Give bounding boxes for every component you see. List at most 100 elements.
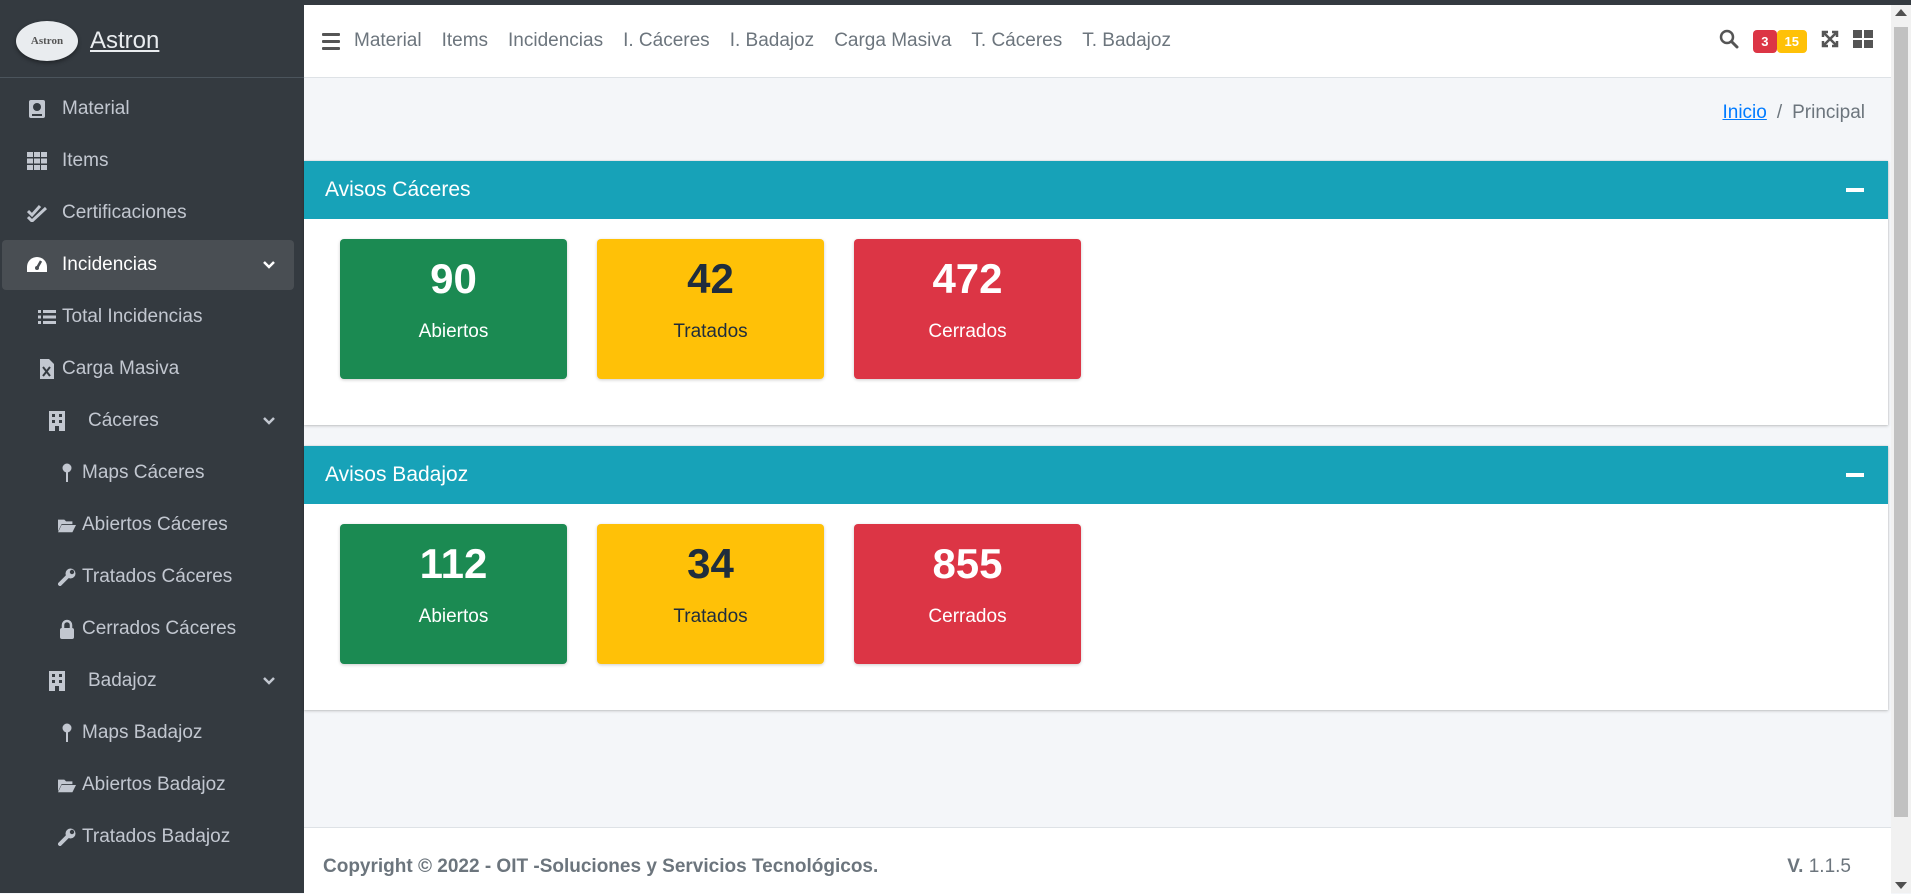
sidebar-item-label: Carga Masiva <box>62 358 180 379</box>
sidebar-item-label: Abiertos Badajoz <box>82 774 226 795</box>
building-icon <box>46 670 68 692</box>
card-header: Avisos Cáceres <box>304 161 1888 219</box>
card-title: Avisos Cáceres <box>325 178 471 201</box>
version-number: 1.1.5 <box>1808 856 1851 877</box>
top-nav-link-items[interactable]: Items <box>442 30 488 52</box>
stat-tratados[interactable]: 34 Tratados <box>597 524 824 664</box>
top-nav-right: 3 15 <box>1719 5 1873 77</box>
sidebar: Astron Astron Material Items Certificaci… <box>0 5 304 893</box>
stat-value: 112 <box>419 540 488 587</box>
sidebar-item-label: Total Incidencias <box>62 306 203 327</box>
card-body: 112 Abiertos 34 Tratados 855 Cerrados <box>304 504 1888 710</box>
top-nav-link-incidencias[interactable]: Incidencias <box>508 30 603 52</box>
top-nav-link-carga-masiva[interactable]: Carga Masiva <box>834 30 951 52</box>
collapse-minus-icon[interactable] <box>1846 188 1864 192</box>
stat-cerrados[interactable]: 472 Cerrados <box>854 239 1081 379</box>
sidebar-item-total-incidencias[interactable]: Total Incidencias <box>0 292 294 342</box>
top-nav-link-t-badajoz[interactable]: T. Badajoz <box>1082 30 1171 52</box>
gauge-icon <box>26 254 48 276</box>
search-icon[interactable] <box>1719 29 1739 54</box>
wrench-icon <box>58 566 76 588</box>
building-icon <box>46 410 68 432</box>
chevron-down-icon <box>262 254 276 276</box>
stat-label: Tratados <box>673 321 748 342</box>
card-header: Avisos Badajoz <box>304 446 1888 504</box>
badge-danger: 3 <box>1753 29 1777 53</box>
sidebar-item-certificaciones[interactable]: Certificaciones <box>0 188 294 238</box>
sidebar-item-label: Badajoz <box>88 670 157 691</box>
sidebar-item-label: Material <box>62 98 130 119</box>
sidebar-item-label: Tratados Cáceres <box>82 566 233 587</box>
card-avisos-caceres: Avisos Cáceres 90 Abiertos 42 Tratados 4… <box>304 161 1888 425</box>
sidebar-item-material[interactable]: Material <box>0 84 294 134</box>
sidebar-item-label: Cerrados Cáceres <box>82 618 237 639</box>
top-navbar: Material Items Incidencias I. Cáceres I.… <box>304 5 1891 78</box>
brand-name[interactable]: Astron <box>90 27 159 55</box>
scroll-up-arrow-icon[interactable] <box>1895 9 1907 16</box>
lock-icon <box>58 618 76 640</box>
double-check-icon <box>26 202 48 224</box>
sidebar-item-tratados-caceres[interactable]: Tratados Cáceres <box>0 552 294 602</box>
vertical-scrollbar[interactable] <box>1891 5 1911 893</box>
sidebar-item-label: Maps Cáceres <box>82 462 205 483</box>
sidebar-item-maps-badajoz[interactable]: Maps Badajoz <box>0 708 294 758</box>
sidebar-item-label: Certificaciones <box>62 202 187 223</box>
sidebar-item-abiertos-caceres[interactable]: Abiertos Cáceres <box>0 500 294 550</box>
hamburger-menu-icon[interactable] <box>322 32 340 50</box>
wrench-icon <box>58 826 76 848</box>
grid-layout-icon[interactable] <box>1853 29 1873 53</box>
stat-value: 472 <box>932 255 1003 302</box>
sidebar-item-badajoz[interactable]: Badajoz <box>0 656 294 706</box>
stat-value: 855 <box>932 540 1003 587</box>
breadcrumb-home-link[interactable]: Inicio <box>1722 102 1766 123</box>
version-prefix: V. <box>1787 856 1804 877</box>
stat-abiertos[interactable]: 112 Abiertos <box>340 524 567 664</box>
stat-label: Cerrados <box>928 321 1007 342</box>
sidebar-item-label: Cáceres <box>88 410 159 431</box>
list-icon <box>38 306 56 328</box>
folder-open-icon <box>58 514 76 536</box>
brand-link[interactable]: Astron Astron <box>0 5 304 78</box>
map-pin-icon <box>58 722 76 744</box>
top-nav-link-material[interactable]: Material <box>354 30 422 52</box>
sidebar-item-label: Items <box>62 150 109 171</box>
sidebar-item-label: Tratados Badajoz <box>82 826 231 847</box>
top-nav-link-i-caceres[interactable]: I. Cáceres <box>623 30 710 52</box>
collapse-minus-icon[interactable] <box>1846 473 1864 477</box>
sidebar-item-items[interactable]: Items <box>0 136 294 186</box>
sidebar-item-cerrados-caceres[interactable]: Cerrados Cáceres <box>0 604 294 654</box>
top-nav-link-i-badajoz[interactable]: I. Badajoz <box>730 30 815 52</box>
sidebar-item-maps-caceres[interactable]: Maps Cáceres <box>0 448 294 498</box>
scroll-thumb[interactable] <box>1894 27 1908 817</box>
top-nav-link-t-caceres[interactable]: T. Cáceres <box>971 30 1062 52</box>
breadcrumb-separator: / <box>1776 102 1783 123</box>
sidebar-item-label: Abiertos Cáceres <box>82 514 228 535</box>
footer-copyright: Copyright © 2022 - OIT -Soluciones y Ser… <box>323 856 879 877</box>
sidebar-item-abiertos-badajoz[interactable]: Abiertos Badajoz <box>0 760 294 810</box>
sidebar-item-tratados-badajoz[interactable]: Tratados Badajoz <box>0 812 294 862</box>
sidebar-item-incidencias[interactable]: Incidencias <box>2 240 294 290</box>
fullscreen-icon[interactable] <box>1821 30 1839 53</box>
stat-abiertos[interactable]: 90 Abiertos <box>340 239 567 379</box>
excel-file-icon <box>38 358 56 380</box>
stat-cerrados[interactable]: 855 Cerrados <box>854 524 1081 664</box>
sidebar-item-caceres[interactable]: Cáceres <box>0 396 294 446</box>
grid-icon <box>26 150 48 172</box>
top-nav-links: Material Items Incidencias I. Cáceres I.… <box>354 30 1191 52</box>
sidebar-item-carga-masiva[interactable]: Carga Masiva <box>0 344 294 394</box>
scroll-down-arrow-icon[interactable] <box>1895 882 1907 889</box>
sidebar-item-label: Incidencias <box>62 254 158 275</box>
notifications-badges[interactable]: 3 15 <box>1753 29 1807 53</box>
breadcrumb-current: Principal <box>1792 102 1865 123</box>
map-pin-icon <box>58 462 76 484</box>
brand-logo: Astron <box>16 21 78 61</box>
card-avisos-badajoz: Avisos Badajoz 112 Abiertos 34 Tratados … <box>304 446 1888 710</box>
stat-label: Abiertos <box>418 321 489 342</box>
folder-open-icon <box>58 774 76 796</box>
stat-tratados[interactable]: 42 Tratados <box>597 239 824 379</box>
stat-label: Abiertos <box>418 606 489 627</box>
stat-label: Cerrados <box>928 606 1007 627</box>
breadcrumb: Inicio / Principal <box>1722 102 1865 124</box>
book-icon <box>26 98 48 120</box>
sidebar-nav: Material Items Certificaciones Incidenci… <box>0 78 304 862</box>
